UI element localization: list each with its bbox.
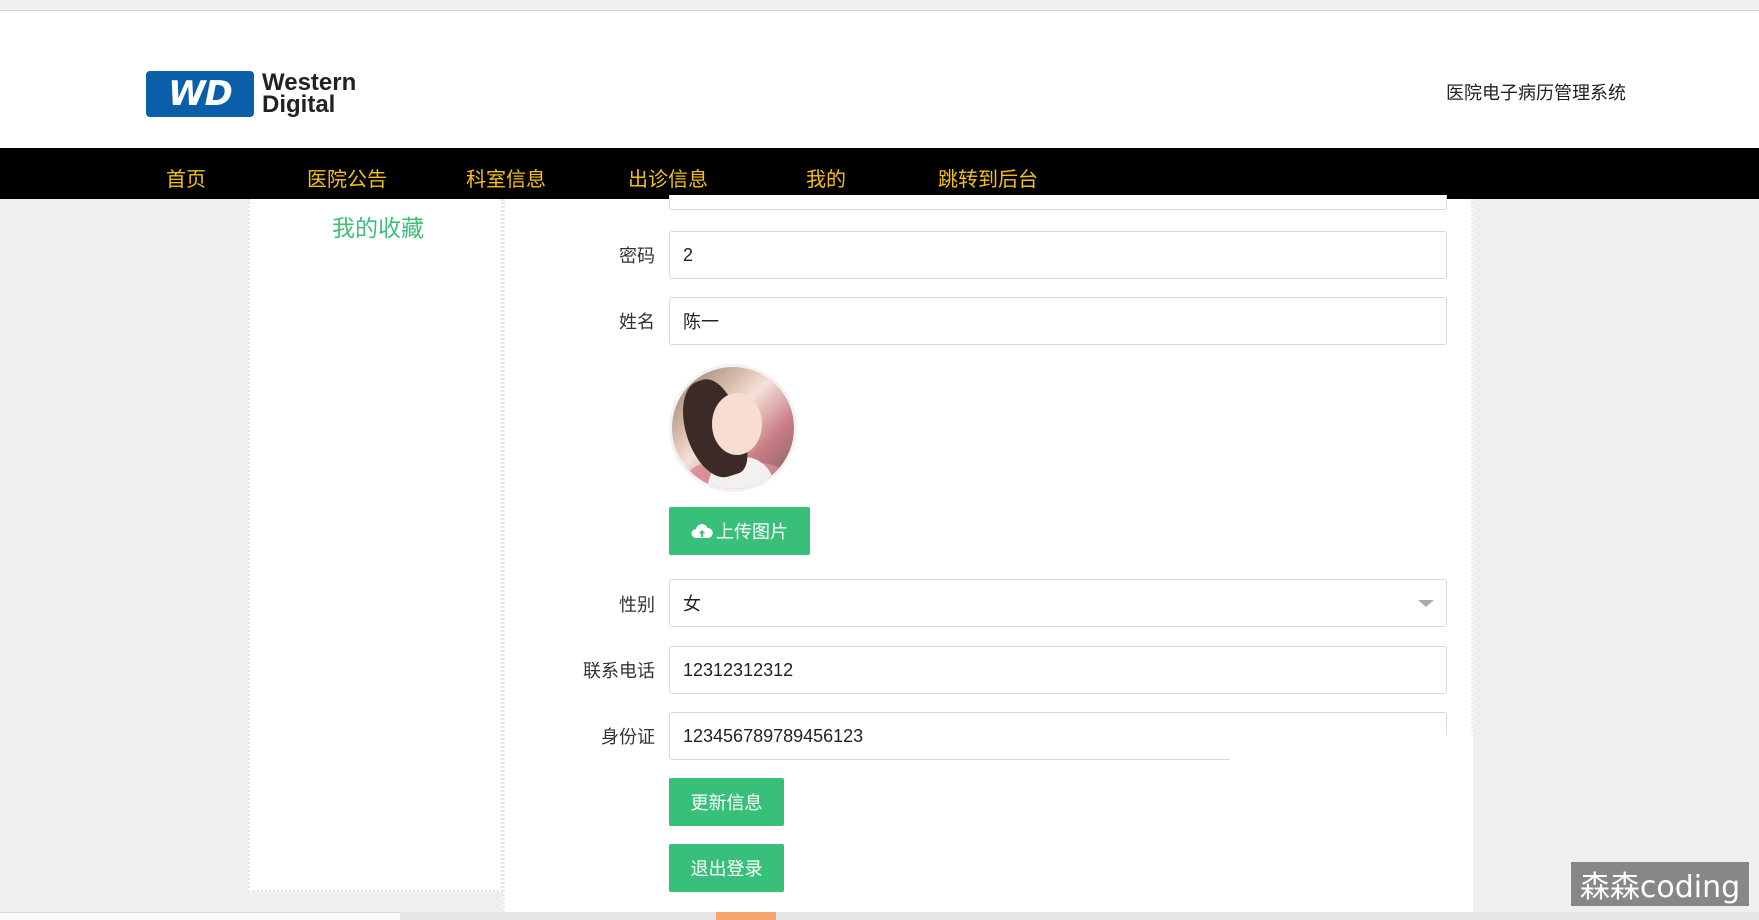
cloud-upload-icon <box>691 523 713 539</box>
password-input[interactable] <box>669 231 1447 279</box>
update-info-button[interactable]: 更新信息 <box>669 778 784 826</box>
name-input[interactable] <box>669 297 1447 345</box>
bottom-orange-tab <box>716 912 776 920</box>
upload-image-button[interactable]: 上传图片 <box>669 507 810 555</box>
nav-item-announcements[interactable]: 医院公告 <box>307 163 387 192</box>
password-label: 密码 <box>619 246 655 266</box>
bottom-box <box>0 912 400 920</box>
phone-input[interactable] <box>669 646 1447 694</box>
watermark: 森森coding <box>1571 862 1749 906</box>
avatar-image <box>669 364 797 492</box>
overlay-area <box>1230 735 1473 920</box>
logo-line-2: Digital <box>262 91 336 118</box>
gender-label: 性别 <box>619 595 655 615</box>
id-card-label: 身份证 <box>601 727 655 747</box>
western-digital-logo[interactable]: WD Western Digital <box>146 69 386 119</box>
nav-item-mine[interactable]: 我的 <box>806 163 846 192</box>
logo-badge: WD <box>146 71 254 117</box>
logo-wordmark: Western Digital <box>262 71 356 118</box>
logout-button[interactable]: 退出登录 <box>669 844 784 892</box>
nav-item-admin[interactable]: 跳转到后台 <box>938 163 1038 192</box>
nav-item-departments[interactable]: 科室信息 <box>466 163 546 192</box>
nav-item-home[interactable]: 首页 <box>166 163 206 192</box>
site-header: WD Western Digital 医院电子病历管理系统 <box>0 11 1759 148</box>
name-label: 姓名 <box>619 312 655 332</box>
chevron-down-icon <box>1418 600 1434 607</box>
gender-select[interactable]: 女 <box>669 579 1447 627</box>
sidebar-item-favorites[interactable]: 我的收藏 <box>332 209 424 243</box>
sidebar-panel: 我的收藏 <box>248 199 503 892</box>
phone-label: 联系电话 <box>583 661 655 681</box>
upload-image-label: 上传图片 <box>716 522 788 542</box>
gender-selected-value: 女 <box>683 594 701 614</box>
nav-item-schedules[interactable]: 出诊信息 <box>628 163 708 192</box>
avatar-face <box>712 393 762 455</box>
username-input-partial[interactable] <box>669 195 1447 210</box>
system-title: 医院电子病历管理系统 <box>1446 83 1626 103</box>
main-navbar: 首页 医院公告 科室信息 出诊信息 我的 跳转到后台 <box>0 148 1759 199</box>
